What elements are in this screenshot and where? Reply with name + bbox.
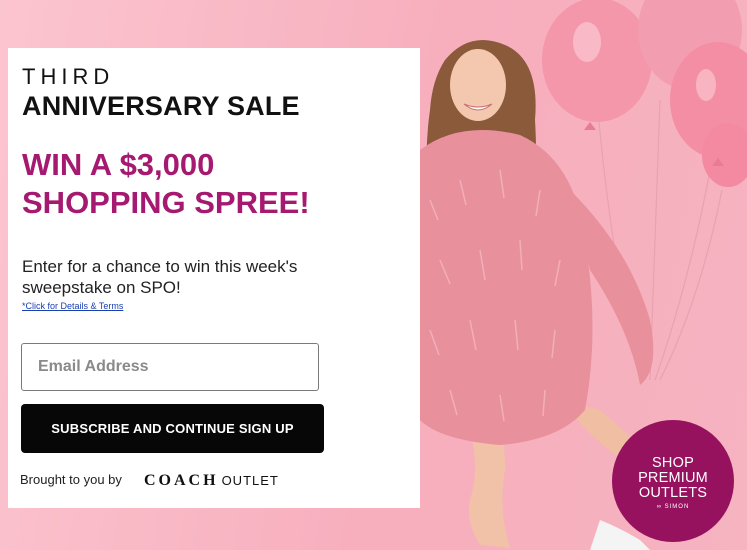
terms-link[interactable]: *Click for Details & Terms [22,301,123,311]
sponsor-prefix: Brought to you by [20,472,122,487]
balloons [542,0,747,187]
badge-line-3: OUTLETS [638,485,708,501]
badge-simon-mark: ∞ SIMON [612,504,734,510]
badge-line-4: SIMON [664,504,690,510]
badge-line-2: PREMIUM [638,470,708,486]
prize-line-1: WIN A $3,000 [22,147,215,182]
simon-infinity-icon: ∞ [656,504,665,510]
subscribe-button[interactable]: SUBSCRIBE AND CONTINUE SIGN UP [21,404,324,453]
promo-eyebrow: THIRD [22,64,115,89]
email-input[interactable] [21,343,319,391]
badge-line-1: SHOP [652,455,694,471]
promo-description: Enter for a chance to win this week's sw… [22,257,298,297]
coach-outlet-logo: COACH OUTLET [144,472,279,490]
prize-line-2: SHOPPING SPREE! [22,185,310,220]
shop-premium-outlets-badge[interactable]: SHOP PREMIUM OUTLETS ∞ SIMON [612,420,734,542]
coach-brand-name: COACH [144,472,219,489]
promo-headline: ANNIVERSARY SALE [22,91,300,121]
coach-brand-suffix: OUTLET [221,473,279,488]
prize-heading: WIN A $3,000 SHOPPING SPREE! [22,146,402,222]
